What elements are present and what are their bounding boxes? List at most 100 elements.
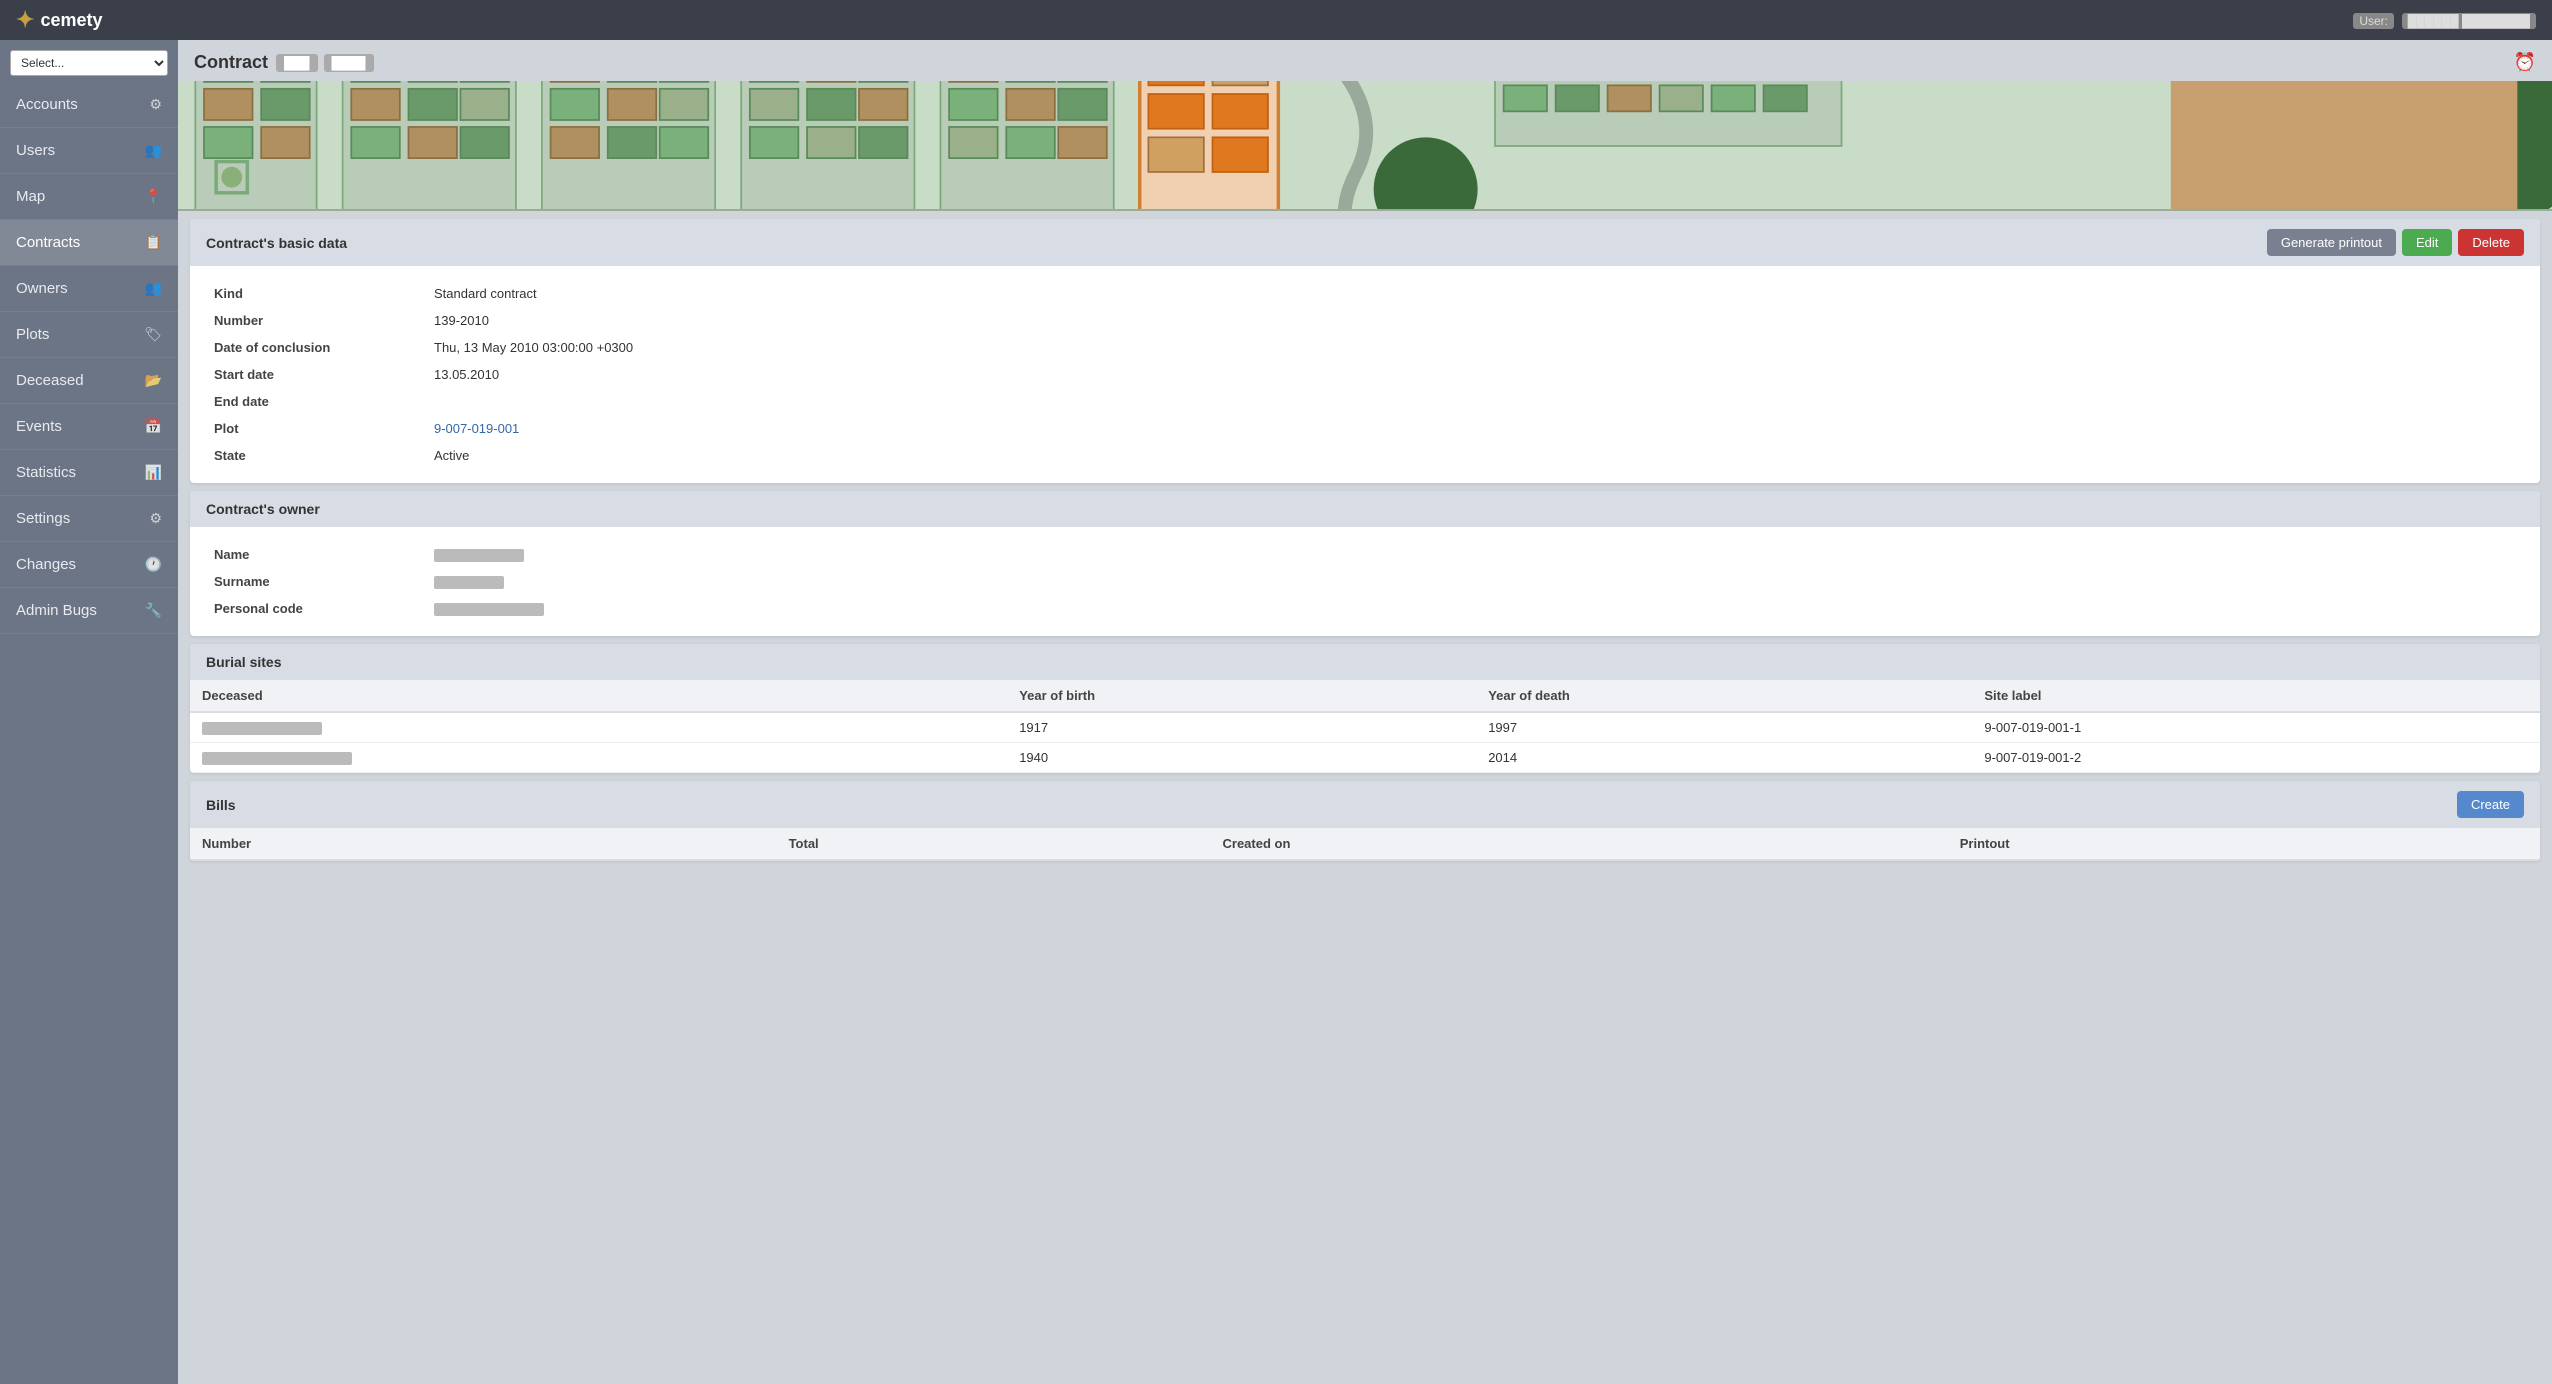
logo: ✦ cemety [16,7,102,33]
owners-icon: 👥 [145,280,162,297]
contract-owner-title: Contract's owner [206,501,320,517]
title-badge-2: ████ [324,54,374,72]
sidebar-item-owners[interactable]: Owners 👥 [0,266,178,312]
blurred-personal-code [434,603,544,616]
col-year-death: Year of death [1476,680,1972,712]
contract-owner-section: Contract's owner Name Surname [190,491,2540,636]
sidebar-nav: Accounts ⚙ Users 👥 Map 📍 Contracts [0,82,178,1384]
content-area: Contract ███ ████ ⏰ [178,40,2552,1384]
contract-basic-section: Contract's basic data Generate printout … [190,219,2540,483]
table-row: Personal code [206,595,2524,622]
blurred-deceased-2 [202,752,352,765]
map-visualization [178,81,2552,211]
field-label-end-date: End date [206,388,426,415]
col-year-birth: Year of birth [1007,680,1476,712]
user-info: User: ██████ ████████ [2349,13,2536,28]
title-badges: ███ ████ [276,54,374,72]
contract-owner-header: Contract's owner [190,491,2540,527]
bills-col-created-on: Created on [1211,828,1948,860]
table-row: Plot 9-007-019-001 [206,415,2524,442]
sidebar-item-events[interactable]: Events 📅 [0,404,178,450]
field-label-surname: Surname [206,568,426,595]
sidebar-link-changes[interactable]: Changes 🕐 [0,542,178,587]
blurred-surname [434,576,504,589]
sidebar-item-deceased[interactable]: Deceased 📂 [0,358,178,404]
field-value-personal-code [426,595,2524,622]
cell-deceased-1 [190,712,1007,743]
contract-basic-header: Contract's basic data Generate printout … [190,219,2540,266]
contract-basic-title: Contract's basic data [206,235,347,251]
sidebar-item-map[interactable]: Map 📍 [0,174,178,220]
edit-button[interactable]: Edit [2402,229,2452,256]
cell-site-label-1: 9-007-019-001-1 [1972,712,2540,743]
accounts-icon: ⚙ [149,96,162,113]
sidebar-link-statistics[interactable]: Statistics 📊 [0,450,178,495]
field-value-plot[interactable]: 9-007-019-001 [426,415,2524,442]
cell-deceased-2 [190,743,1007,773]
burial-sites-header: Burial sites [190,644,2540,680]
field-label-name: Name [206,541,426,568]
burial-sites-body: Deceased Year of birth Year of death Sit… [190,680,2540,773]
field-label-number: Number [206,307,426,334]
contracts-icon: 📋 [145,234,162,251]
sidebar-item-contracts[interactable]: Contracts 📋 [0,220,178,266]
account-select[interactable]: Select... [10,50,168,76]
generate-printout-button[interactable]: Generate printout [2267,229,2396,256]
map-strip [178,81,2552,211]
burial-sites-title: Burial sites [206,654,281,670]
field-value-start-date: 13.05.2010 [426,361,2524,388]
field-label-start-date: Start date [206,361,426,388]
sidebar-label-settings: Settings [16,510,70,527]
map-icon: 📍 [145,188,162,205]
sidebar-link-plots[interactable]: Plots 🏷 [0,312,178,357]
create-bill-button[interactable]: Create [2457,791,2524,818]
users-icon: 👥 [145,142,162,159]
title-badge-1: ███ [276,54,318,72]
field-label-date-conclusion: Date of conclusion [206,334,426,361]
bills-table: Number Total Created on Printout [190,828,2540,861]
field-value-number: 139-2010 [426,307,2524,334]
clock-icon[interactable]: ⏰ [2514,52,2536,73]
events-icon: 📅 [145,418,162,435]
bills-header: Bills Create [190,781,2540,828]
bills-body: Number Total Created on Printout [190,828,2540,861]
plots-icon: 🏷 [144,326,162,343]
sidebar-item-changes[interactable]: Changes 🕐 [0,542,178,588]
delete-button[interactable]: Delete [2458,229,2524,256]
sidebar-link-deceased[interactable]: Deceased 📂 [0,358,178,403]
sidebar-item-accounts[interactable]: Accounts ⚙ [0,82,178,128]
bills-col-printout: Printout [1948,828,2540,860]
contract-basic-actions: Generate printout Edit Delete [2267,229,2524,256]
sidebar-link-accounts[interactable]: Accounts ⚙ [0,82,178,127]
sidebar-link-map[interactable]: Map 📍 [0,174,178,219]
sidebar-label-deceased: Deceased [16,372,84,389]
table-row: Kind Standard contract [206,280,2524,307]
sidebar-item-statistics[interactable]: Statistics 📊 [0,450,178,496]
page-title: Contract ███ ████ [194,52,374,73]
cell-year-death-1: 1997 [1476,712,1972,743]
sidebar-link-users[interactable]: Users 👥 [0,128,178,173]
deceased-icon: 📂 [145,372,162,389]
table-row: 1940 2014 9-007-019-001-2 [190,743,2540,773]
sidebar-item-plots[interactable]: Plots 🏷 [0,312,178,358]
sidebar-label-accounts: Accounts [16,96,78,113]
field-label-state: State [206,442,426,469]
user-name: ██████ ████████ [2402,13,2536,29]
sidebar-item-settings[interactable]: Settings ⚙ [0,496,178,542]
bills-col-total: Total [777,828,1211,860]
sidebar-link-admin-bugs[interactable]: Admin Bugs 🔧 [0,588,178,633]
sidebar-link-events[interactable]: Events 📅 [0,404,178,449]
field-value-kind: Standard contract [426,280,2524,307]
sidebar-link-settings[interactable]: Settings ⚙ [0,496,178,541]
sidebar-link-owners[interactable]: Owners 👥 [0,266,178,311]
blurred-name [434,549,524,562]
sidebar-item-admin-bugs[interactable]: Admin Bugs 🔧 [0,588,178,634]
sidebar-item-users[interactable]: Users 👥 [0,128,178,174]
sidebar-label-contracts: Contracts [16,234,80,251]
sidebar-label-statistics: Statistics [16,464,76,481]
topbar: ✦ cemety User: ██████ ████████ [0,0,2552,40]
sidebar-label-map: Map [16,188,45,205]
contract-owner-body: Name Surname [190,527,2540,636]
main-layout: Select... Accounts ⚙ Users 👥 Map 📍 [0,40,2552,1384]
sidebar-link-contracts[interactable]: Contracts 📋 [0,220,178,265]
